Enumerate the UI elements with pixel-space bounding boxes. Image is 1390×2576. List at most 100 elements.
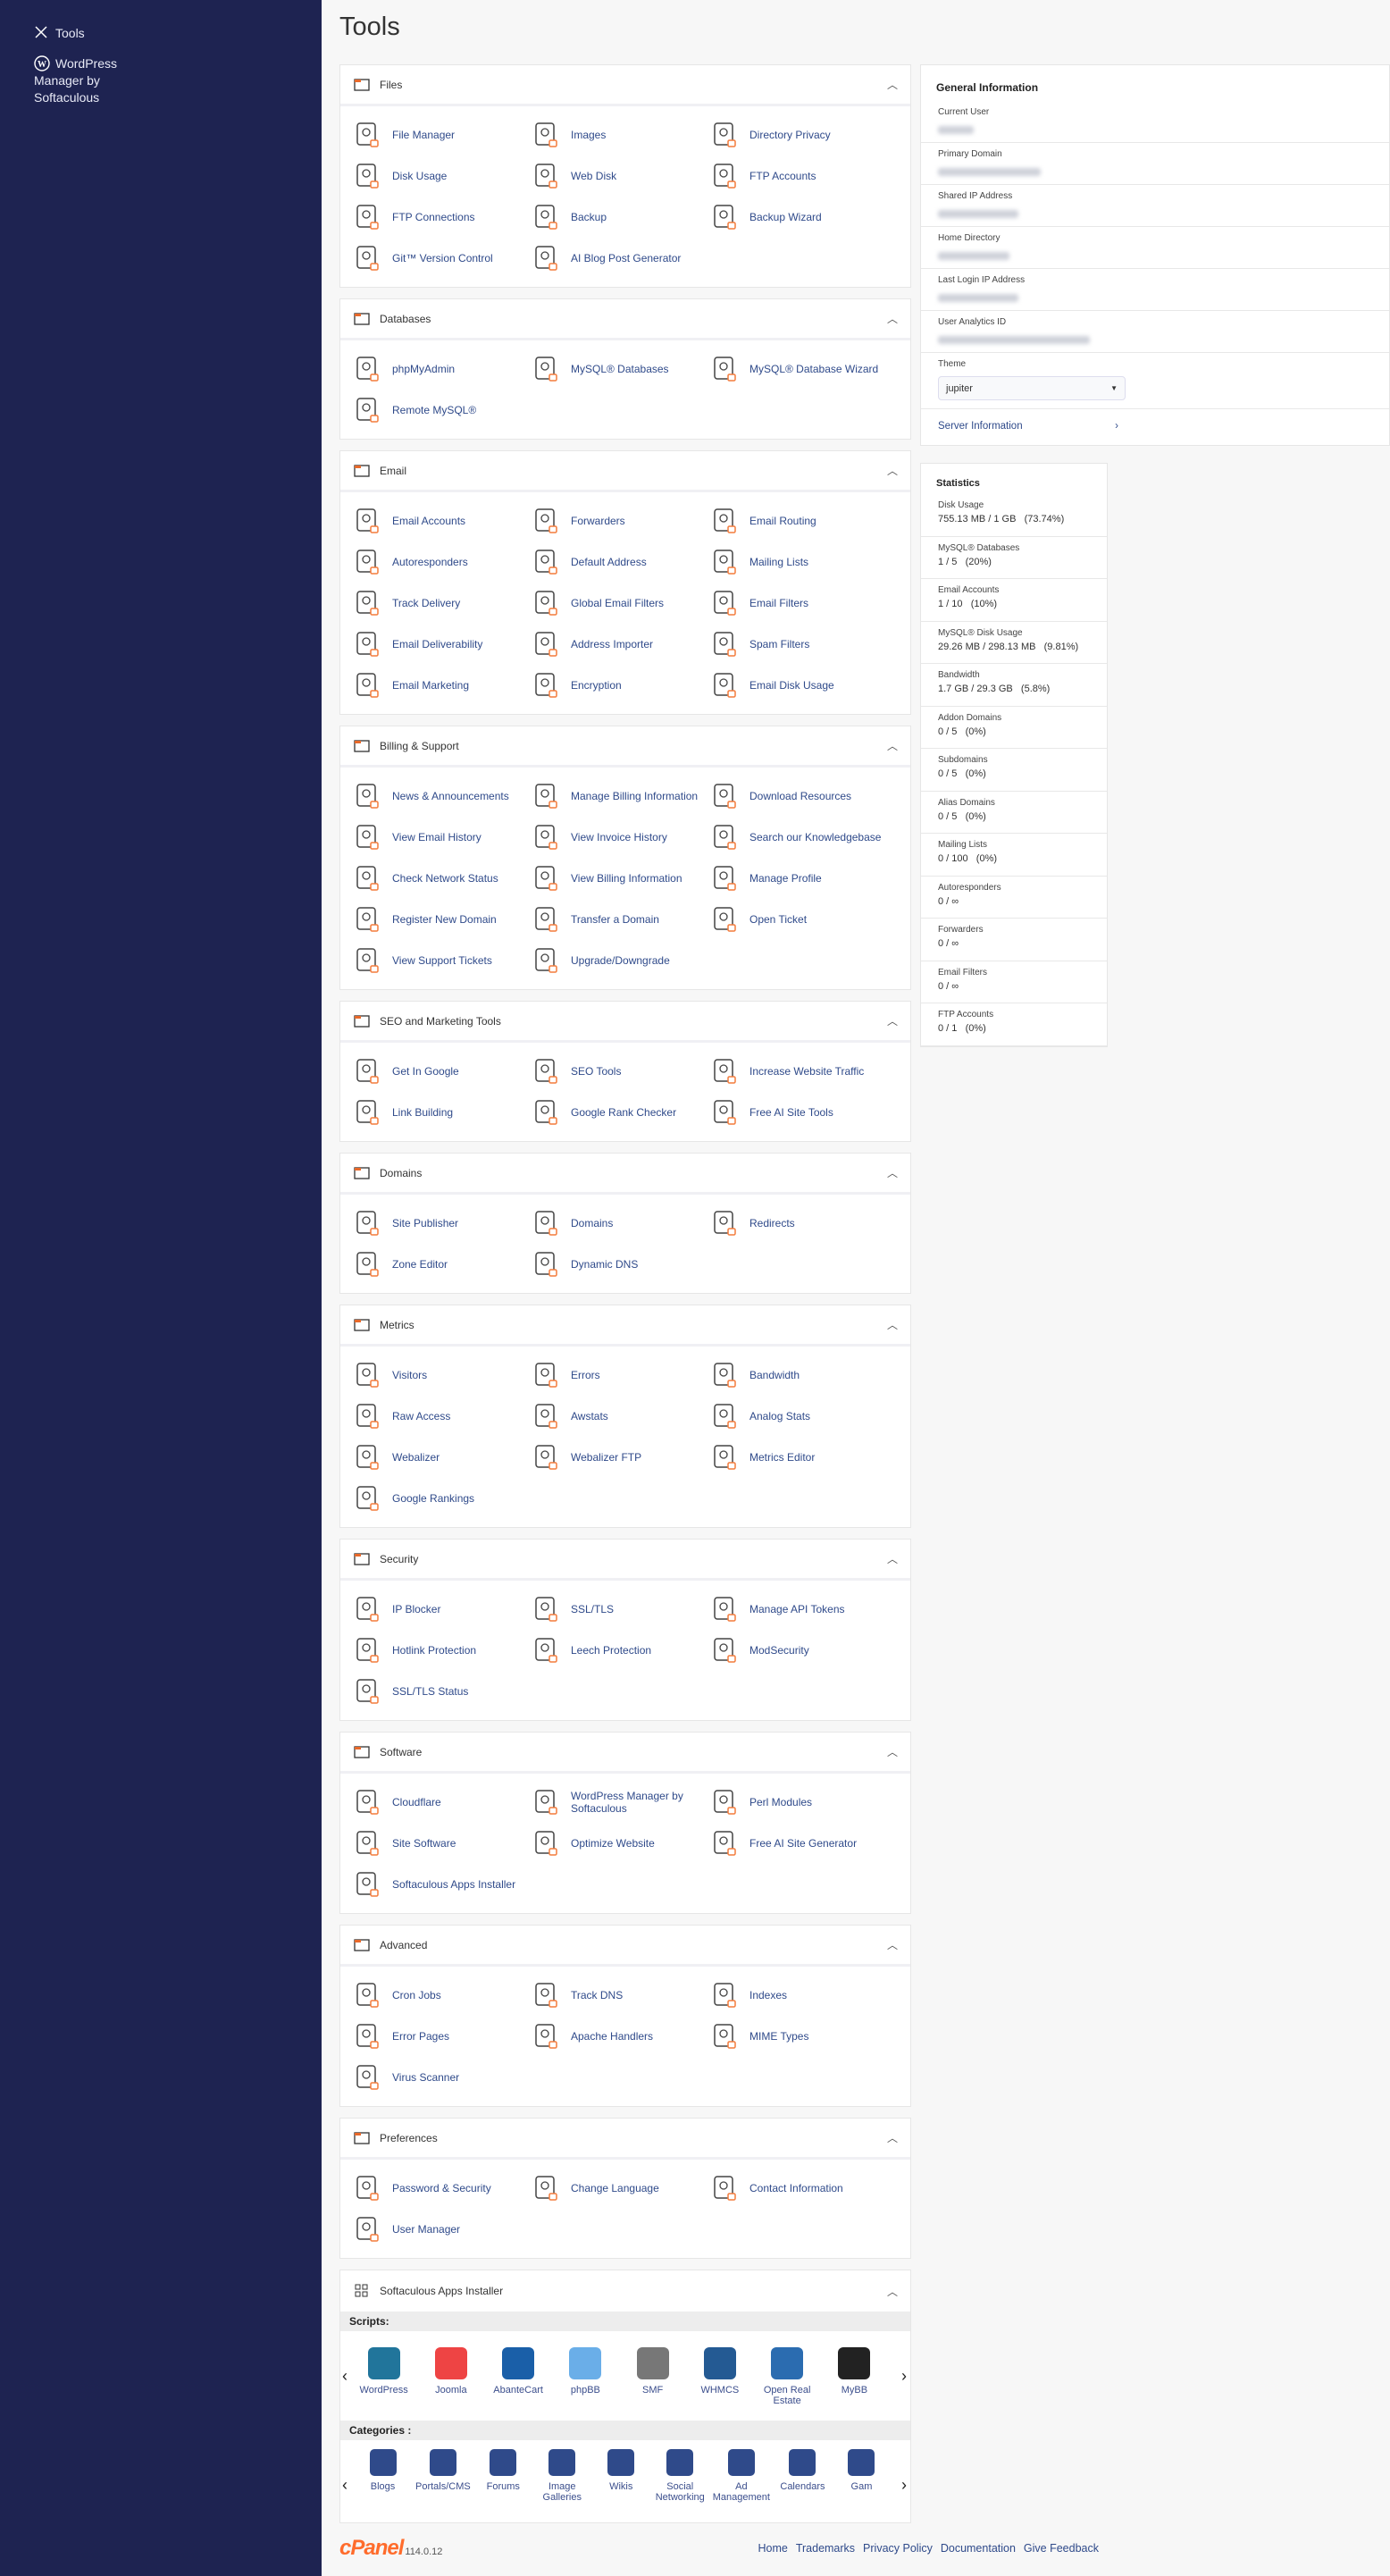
tool-email-filters[interactable]: Email Filters bbox=[703, 583, 882, 624]
script-wordpress[interactable]: WordPress bbox=[356, 2347, 411, 2396]
tool-errors[interactable]: Errors bbox=[524, 1355, 703, 1396]
tool-git-version-control[interactable]: Git™ Version Control bbox=[346, 238, 524, 279]
tool-open-ticket[interactable]: Open Ticket bbox=[703, 899, 882, 940]
tool-web-disk[interactable]: Web Disk bbox=[524, 155, 703, 197]
chevron-up-icon[interactable]: ︿ bbox=[887, 1551, 898, 1566]
category-blogs[interactable]: Blogs bbox=[356, 2449, 409, 2492]
scroll-right-arrow[interactable]: › bbox=[901, 2476, 907, 2495]
tool-site-publisher[interactable]: Site Publisher bbox=[346, 1203, 524, 1244]
chevron-up-icon[interactable]: ︿ bbox=[887, 77, 898, 92]
tool-phpmyadmin[interactable]: phpMyAdmin bbox=[346, 348, 524, 390]
category-social-networking[interactable]: Social Networking bbox=[654, 2449, 707, 2503]
footer-link-trademarks[interactable]: Trademarks bbox=[796, 2542, 855, 2555]
tool-ai-blog-post-generator[interactable]: AI Blog Post Generator bbox=[524, 238, 703, 279]
section-header[interactable]: Preferences ︿ bbox=[340, 2119, 910, 2160]
tool-transfer-a-domain[interactable]: Transfer a Domain bbox=[524, 899, 703, 940]
category-forums[interactable]: Forums bbox=[477, 2449, 530, 2492]
tool-get-in-google[interactable]: Get In Google bbox=[346, 1051, 524, 1092]
tool-mysql-databases[interactable]: MySQL® Databases bbox=[524, 348, 703, 390]
tool-check-network-status[interactable]: Check Network Status bbox=[346, 858, 524, 899]
tool-apache-handlers[interactable]: Apache Handlers bbox=[524, 2016, 703, 2057]
scroll-left-arrow[interactable]: ‹ bbox=[342, 2367, 348, 2386]
tool-view-invoice-history[interactable]: View Invoice History bbox=[524, 817, 703, 858]
footer-link-home[interactable]: Home bbox=[758, 2542, 787, 2555]
tool-password-security[interactable]: Password & Security bbox=[346, 2168, 524, 2209]
tool-error-pages[interactable]: Error Pages bbox=[346, 2016, 524, 2057]
tool-register-new-domain[interactable]: Register New Domain bbox=[346, 899, 524, 940]
tool-hotlink-protection[interactable]: Hotlink Protection bbox=[346, 1630, 524, 1671]
tool-optimize-website[interactable]: Optimize Website bbox=[524, 1823, 703, 1864]
tool-spam-filters[interactable]: Spam Filters bbox=[703, 624, 882, 665]
tool-indexes[interactable]: Indexes bbox=[703, 1975, 882, 2016]
section-header[interactable]: Metrics ︿ bbox=[340, 1305, 910, 1347]
tool-mailing-lists[interactable]: Mailing Lists bbox=[703, 541, 882, 583]
tool-modsecurity[interactable]: ModSecurity bbox=[703, 1630, 882, 1671]
tool-free-ai-site-generator[interactable]: Free AI Site Generator bbox=[703, 1823, 882, 1864]
sidebar-item-tools[interactable]: Tools bbox=[34, 25, 85, 42]
tool-remote-mysql[interactable]: Remote MySQL® bbox=[346, 390, 524, 431]
section-header[interactable]: Files ︿ bbox=[340, 65, 910, 106]
tool-download-resources[interactable]: Download Resources bbox=[703, 776, 882, 817]
tool-ssl-tls-status[interactable]: SSL/TLS Status bbox=[346, 1671, 524, 1712]
script-joomla[interactable]: Joomla bbox=[423, 2347, 478, 2396]
tool-raw-access[interactable]: Raw Access bbox=[346, 1396, 524, 1437]
tool-directory-privacy[interactable]: Directory Privacy bbox=[703, 114, 882, 155]
tool-search-our-knowledgebase[interactable]: Search our Knowledgebase bbox=[703, 817, 882, 858]
category-gam[interactable]: Gam bbox=[835, 2449, 888, 2492]
section-header[interactable]: SEO and Marketing Tools ︿ bbox=[340, 1002, 910, 1043]
tool-default-address[interactable]: Default Address bbox=[524, 541, 703, 583]
tool-email-marketing[interactable]: Email Marketing bbox=[346, 665, 524, 706]
tool-ssl-tls[interactable]: SSL/TLS bbox=[524, 1589, 703, 1630]
chevron-up-icon[interactable]: ︿ bbox=[887, 1937, 898, 1952]
chevron-up-icon[interactable]: ︿ bbox=[887, 463, 898, 478]
tool-backup-wizard[interactable]: Backup Wizard bbox=[703, 197, 882, 238]
script-whmcs[interactable]: WHMCS bbox=[692, 2347, 747, 2396]
tool-cloudflare[interactable]: Cloudflare bbox=[346, 1782, 524, 1823]
category-image-galleries[interactable]: Image Galleries bbox=[536, 2449, 589, 2503]
scroll-right-arrow[interactable]: › bbox=[901, 2367, 907, 2386]
tool-email-disk-usage[interactable]: Email Disk Usage bbox=[703, 665, 882, 706]
tool-manage-billing-information[interactable]: Manage Billing Information bbox=[524, 776, 703, 817]
tool-address-importer[interactable]: Address Importer bbox=[524, 624, 703, 665]
script-phpbb[interactable]: phpBB bbox=[558, 2347, 613, 2396]
tool-forwarders[interactable]: Forwarders bbox=[524, 500, 703, 541]
chevron-up-icon[interactable]: ︿ bbox=[887, 1165, 898, 1180]
chevron-up-icon[interactable]: ︿ bbox=[887, 1013, 898, 1028]
tool-disk-usage[interactable]: Disk Usage bbox=[346, 155, 524, 197]
footer-link-give-feedback[interactable]: Give Feedback bbox=[1024, 2542, 1099, 2555]
script-open-real-estate[interactable]: Open Real Estate bbox=[760, 2347, 815, 2406]
tool-cron-jobs[interactable]: Cron Jobs bbox=[346, 1975, 524, 2016]
server-information-link[interactable]: Server Information › bbox=[921, 409, 1135, 445]
tool-news-announcements[interactable]: News & Announcements bbox=[346, 776, 524, 817]
script-abantecart[interactable]: AbanteCart bbox=[491, 2347, 546, 2396]
tool-autoresponders[interactable]: Autoresponders bbox=[346, 541, 524, 583]
tool-google-rank-checker[interactable]: Google Rank Checker bbox=[524, 1092, 703, 1133]
section-header[interactable]: Databases ︿ bbox=[340, 299, 910, 340]
tool-analog-stats[interactable]: Analog Stats bbox=[703, 1396, 882, 1437]
section-header[interactable]: Software ︿ bbox=[340, 1733, 910, 1774]
tool-file-manager[interactable]: File Manager bbox=[346, 114, 524, 155]
tool-manage-api-tokens[interactable]: Manage API Tokens bbox=[703, 1589, 882, 1630]
scroll-left-arrow[interactable]: ‹ bbox=[342, 2476, 348, 2495]
tool-link-building[interactable]: Link Building bbox=[346, 1092, 524, 1133]
tool-global-email-filters[interactable]: Global Email Filters bbox=[524, 583, 703, 624]
section-header[interactable]: Softaculous Apps Installer ︿ bbox=[340, 2270, 910, 2312]
tool-webalizer-ftp[interactable]: Webalizer FTP bbox=[524, 1437, 703, 1478]
tool-metrics-editor[interactable]: Metrics Editor bbox=[703, 1437, 882, 1478]
section-header[interactable]: Advanced ︿ bbox=[340, 1926, 910, 1967]
tool-change-language[interactable]: Change Language bbox=[524, 2168, 703, 2209]
tool-contact-information[interactable]: Contact Information bbox=[703, 2168, 882, 2209]
tool-site-software[interactable]: Site Software bbox=[346, 1823, 524, 1864]
tool-track-delivery[interactable]: Track Delivery bbox=[346, 583, 524, 624]
tool-ftp-accounts[interactable]: FTP Accounts bbox=[703, 155, 882, 197]
tool-perl-modules[interactable]: Perl Modules bbox=[703, 1782, 882, 1823]
section-header[interactable]: Security ︿ bbox=[340, 1540, 910, 1581]
chevron-up-icon[interactable]: ︿ bbox=[887, 311, 898, 326]
section-header[interactable]: Email ︿ bbox=[340, 451, 910, 492]
chevron-up-icon[interactable]: ︿ bbox=[887, 1744, 898, 1759]
chevron-up-icon[interactable]: ︿ bbox=[887, 2284, 898, 2299]
theme-select[interactable]: jupiter ▼ bbox=[938, 376, 1126, 400]
script-mybb[interactable]: MyBB bbox=[827, 2347, 882, 2396]
tool-google-rankings[interactable]: Google Rankings bbox=[346, 1478, 524, 1519]
script-smf[interactable]: SMF bbox=[625, 2347, 680, 2396]
